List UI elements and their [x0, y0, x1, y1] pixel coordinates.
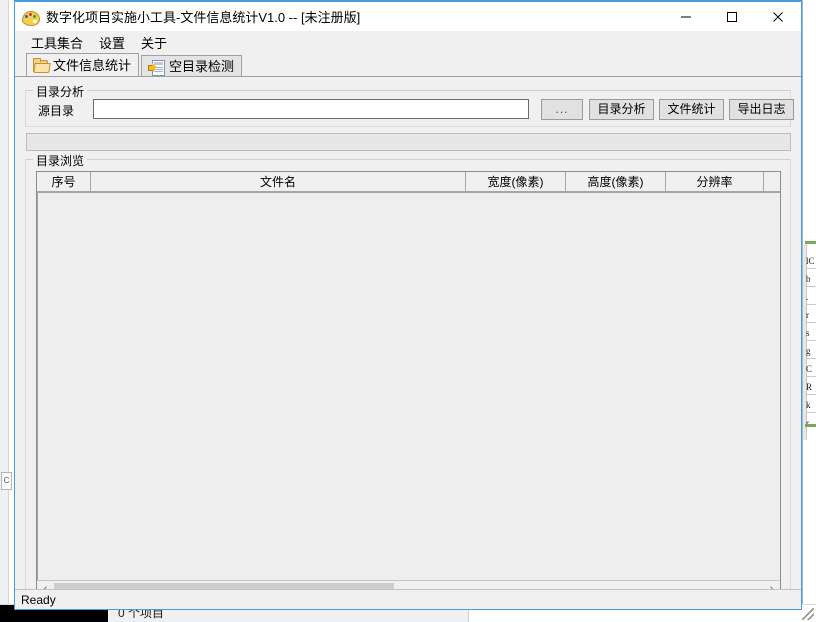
- directory-browse-group-title: 目录浏览: [33, 152, 88, 169]
- menu-item-about[interactable]: 关于: [134, 31, 176, 54]
- file-stats-button[interactable]: 文件统计: [659, 99, 724, 120]
- tab-content-panel: 目录分析 源目录 ... 目录分析 文件统计 导出日志 目录浏览 序号 文件名 …: [15, 76, 801, 589]
- arrow-document-icon: [148, 59, 166, 76]
- application-window: 数字化项目实施小工具-文件信息统计V1.0 -- [未注册版] 工具集合 设置 …: [14, 0, 802, 610]
- window-controls: [663, 2, 801, 31]
- column-header-filename[interactable]: 文件名: [91, 172, 466, 191]
- tab-label: 空目录检测: [169, 59, 235, 74]
- background-window-left-edge: C: [0, 0, 15, 610]
- analyze-button[interactable]: 目录分析: [589, 99, 654, 120]
- tab-empty-dir-detect[interactable]: 空目录检测: [141, 55, 243, 77]
- column-header-resolution[interactable]: 分辨率: [666, 172, 764, 191]
- background-right-accent-top: [805, 241, 816, 244]
- column-header-height[interactable]: 高度(像素): [566, 172, 666, 191]
- close-icon[interactable]: [755, 2, 801, 31]
- chevron-right-icon[interactable]: ›: [763, 581, 780, 589]
- tab-file-info-stats[interactable]: 文件信息统计: [26, 53, 140, 76]
- chevron-left-icon[interactable]: ‹: [37, 581, 54, 589]
- table-body[interactable]: [37, 193, 780, 580]
- menu-item-settings[interactable]: 设置: [92, 31, 134, 54]
- status-bar: Ready: [15, 589, 801, 609]
- maximize-icon[interactable]: [709, 2, 755, 31]
- export-log-button[interactable]: 导出日志: [729, 99, 794, 120]
- progress-bar: [26, 133, 791, 151]
- title-bar[interactable]: 数字化项目实施小工具-文件信息统计V1.0 -- [未注册版]: [15, 2, 801, 31]
- background-window-right-content: lC b . r s g C R k r: [802, 0, 816, 610]
- background-right-accent-bottom: [805, 424, 816, 427]
- tab-strip: 文件信息统计 空目录检测: [15, 53, 801, 77]
- column-header-width[interactable]: 宽度(像素): [466, 172, 566, 191]
- palette-icon: [21, 8, 40, 26]
- status-text: Ready: [21, 592, 56, 607]
- scrollbar-thumb[interactable]: [54, 582, 395, 589]
- resize-grip-icon[interactable]: [802, 608, 814, 620]
- directory-analysis-group-title: 目录分析: [33, 83, 88, 100]
- source-directory-label: 源目录: [38, 104, 75, 118]
- horizontal-scrollbar[interactable]: ‹ ›: [37, 580, 780, 589]
- column-header-index[interactable]: 序号: [37, 172, 91, 191]
- file-table: 序号 文件名 宽度(像素) 高度(像素) 分辨率 ‹ ›: [36, 171, 781, 589]
- directory-analysis-group: 目录分析 源目录 ... 目录分析 文件统计 导出日志: [25, 83, 794, 127]
- directory-browse-group: 目录浏览 序号 文件名 宽度(像素) 高度(像素) 分辨率 ‹ ›: [25, 152, 791, 589]
- table-header-row: 序号 文件名 宽度(像素) 高度(像素) 分辨率: [37, 172, 780, 193]
- menu-item-tools[interactable]: 工具集合: [24, 31, 92, 54]
- source-directory-input[interactable]: [93, 99, 529, 119]
- menu-bar: 工具集合 设置 关于: [15, 31, 801, 53]
- background-right-text: lC b . r s g C R k r: [806, 256, 815, 428]
- scrollbar-track[interactable]: [54, 581, 763, 589]
- folder-icon: [33, 58, 51, 73]
- browse-button[interactable]: ...: [541, 99, 583, 120]
- column-header-spacer[interactable]: [764, 172, 780, 191]
- background-window-left-chip: C: [1, 472, 12, 490]
- minimize-icon[interactable]: [663, 2, 709, 31]
- tab-label: 文件信息统计: [53, 57, 132, 73]
- window-title: 数字化项目实施小工具-文件信息统计V1.0 -- [未注册版]: [46, 10, 361, 25]
